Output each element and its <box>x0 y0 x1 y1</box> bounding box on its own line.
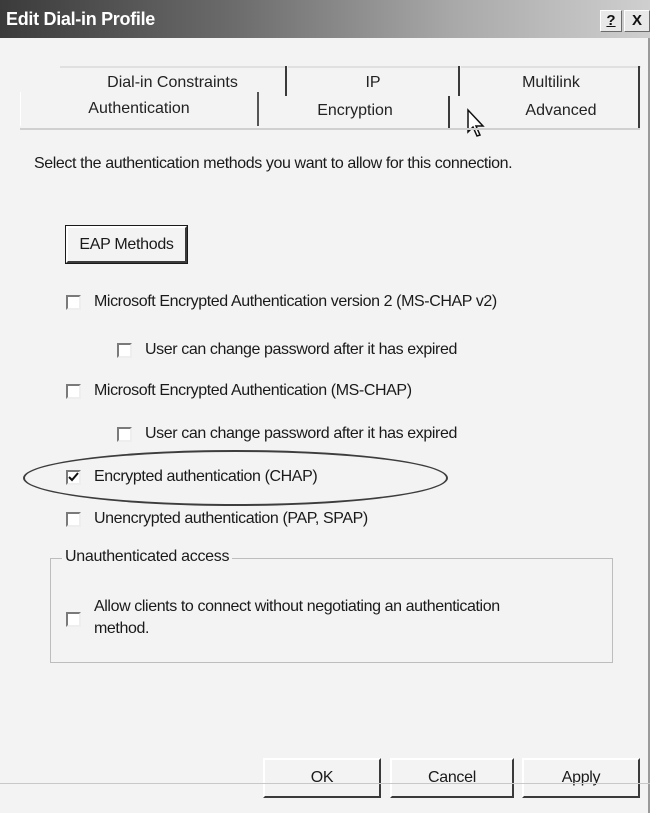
close-button[interactable]: X <box>624 10 650 32</box>
cancel-button[interactable]: Cancel <box>390 758 514 798</box>
unauthenticated-access-label: Unauthenticated access <box>62 548 233 566</box>
chap-label[interactable]: Encrypted authentication (CHAP) <box>94 468 318 486</box>
mschapv2-checkbox[interactable] <box>66 295 81 310</box>
title-bar[interactable]: Edit Dial-in Profile ? X <box>0 0 650 38</box>
help-button[interactable]: ? <box>600 10 622 32</box>
mschapv2-change-password-label[interactable]: User can change password after it has ex… <box>145 341 457 359</box>
pap-label[interactable]: Unencrypted authentication (PAP, SPAP) <box>94 510 368 528</box>
mschapv2-label[interactable]: Microsoft Encrypted Authentication versi… <box>94 293 497 311</box>
apply-button[interactable]: Apply <box>522 758 640 798</box>
chap-checkbox[interactable] <box>66 470 81 485</box>
tab-divider <box>448 96 450 128</box>
mschap-label[interactable]: Microsoft Encrypted Authentication (MS-C… <box>94 382 412 400</box>
checkmark-icon <box>68 472 79 482</box>
tab-divider <box>285 66 287 96</box>
tab-authentication[interactable]: Authentication <box>20 92 259 126</box>
allow-unauthenticated-label-line2[interactable]: method. <box>94 620 149 638</box>
mschapv2-change-password-checkbox[interactable] <box>117 343 132 358</box>
allow-unauthenticated-label-line1[interactable]: Allow clients to connect without negotia… <box>94 598 500 616</box>
tab-multilink[interactable]: Multilink <box>461 66 641 98</box>
tab-divider <box>458 66 460 96</box>
ok-button[interactable]: OK <box>263 758 381 798</box>
tab-encryption[interactable]: Encryption <box>260 96 450 128</box>
dialog-window: Edit Dial-in Profile ? X Dial-in Constra… <box>0 0 650 813</box>
tab-divider <box>638 96 640 128</box>
mschap-change-password-checkbox[interactable] <box>117 427 132 442</box>
allow-unauthenticated-checkbox[interactable] <box>66 612 81 627</box>
pap-checkbox[interactable] <box>66 512 81 527</box>
mschap-change-password-label[interactable]: User can change password after it has ex… <box>145 425 457 443</box>
tab-divider <box>638 66 640 96</box>
instruction-text: Select the authentication methods you wa… <box>34 155 513 172</box>
mschap-checkbox[interactable] <box>66 384 81 399</box>
window-bottom-edge <box>0 783 650 784</box>
tab-ip[interactable]: IP <box>288 66 458 98</box>
window-title: Edit Dial-in Profile <box>6 9 156 29</box>
eap-methods-button[interactable]: EAP Methods <box>65 225 188 264</box>
